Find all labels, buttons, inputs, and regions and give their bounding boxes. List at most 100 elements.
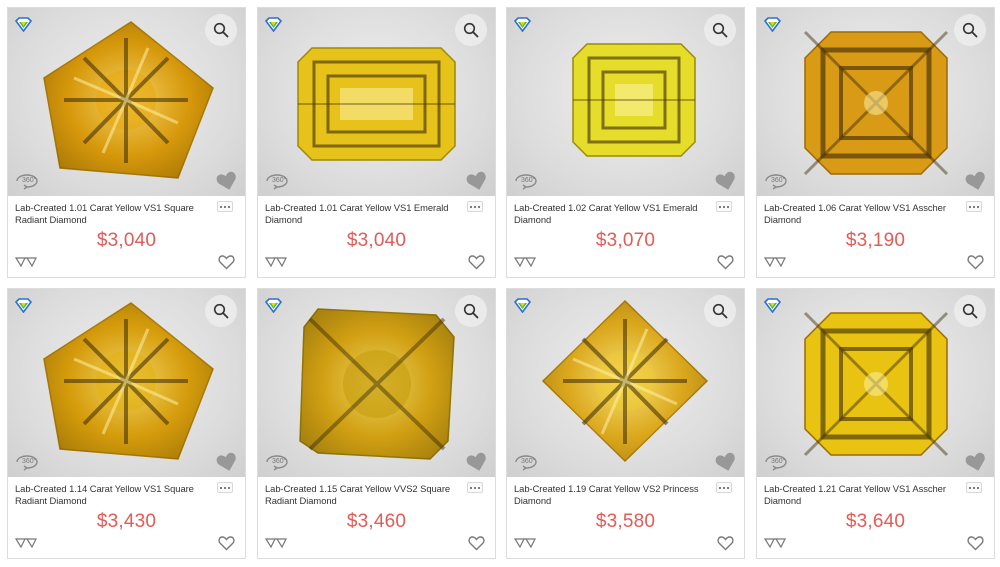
product-card[interactable]: 360° Lab-Created 1.02 Carat Yellow VS1 E…	[506, 7, 745, 278]
360-label: 360°	[272, 457, 287, 465]
heart-outline-icon[interactable]	[717, 535, 734, 551]
diamond-logo-icon	[764, 298, 781, 313]
product-card[interactable]: 360° Lab-Created 1.01 Carat Yellow VS1 E…	[257, 7, 496, 278]
heart-shape-icon[interactable]	[216, 171, 238, 191]
more-options-button[interactable]	[217, 482, 233, 493]
diamond-logo-icon	[764, 17, 781, 32]
product-title[interactable]: Lab-Created 1.15 Carat Yellow VVS2 Squar…	[265, 483, 461, 507]
360-view-icon[interactable]: 360°	[513, 170, 539, 190]
heart-shape-icon[interactable]	[466, 171, 488, 191]
product-card[interactable]: 360° Lab-Created 1.01 Carat Yellow VS1 S…	[7, 7, 246, 278]
diamond-logo-icon	[15, 298, 32, 313]
product-title[interactable]: Lab-Created 1.06 Carat Yellow VS1 Assche…	[764, 202, 960, 226]
more-options-button[interactable]	[467, 201, 483, 212]
product-title[interactable]: Lab-Created 1.14 Carat Yellow VS1 Square…	[15, 483, 211, 507]
more-options-button[interactable]	[217, 201, 233, 212]
more-options-button[interactable]	[966, 201, 982, 212]
compare-icon[interactable]	[15, 537, 37, 549]
zoom-button[interactable]	[205, 295, 237, 327]
360-label: 360°	[771, 457, 786, 465]
heart-outline-icon[interactable]	[967, 535, 984, 551]
product-card[interactable]: 360° Lab-Created 1.19 Carat Yellow VS2 P…	[506, 288, 745, 559]
product-card[interactable]: 360° Lab-Created 1.21 Carat Yellow VS1 A…	[756, 288, 995, 559]
magnifier-icon	[213, 22, 229, 38]
360-view-icon[interactable]: 360°	[513, 451, 539, 471]
zoom-button[interactable]	[704, 14, 736, 46]
product-price: $3,430	[96, 511, 157, 532]
product-image[interactable]: 360°	[258, 289, 495, 477]
magnifier-icon	[712, 22, 728, 38]
product-image[interactable]: 360°	[507, 289, 744, 477]
more-options-button[interactable]	[966, 482, 982, 493]
product-price: $3,640	[845, 511, 906, 532]
heart-outline-icon[interactable]	[717, 254, 734, 270]
360-label: 360°	[521, 176, 536, 184]
product-image[interactable]: 360°	[757, 8, 994, 196]
heart-shape-icon[interactable]	[715, 452, 737, 472]
magnifier-icon	[962, 22, 978, 38]
compare-icon[interactable]	[265, 256, 287, 268]
360-label: 360°	[521, 457, 536, 465]
zoom-button[interactable]	[205, 14, 237, 46]
product-title[interactable]: Lab-Created 1.19 Carat Yellow VS2 Prince…	[514, 483, 710, 507]
product-title[interactable]: Lab-Created 1.01 Carat Yellow VS1 Emeral…	[265, 202, 461, 226]
product-image[interactable]: 360°	[8, 8, 245, 196]
product-image[interactable]: 360°	[507, 8, 744, 196]
360-label: 360°	[272, 176, 287, 184]
product-card[interactable]: 360° Lab-Created 1.14 Carat Yellow VS1 S…	[7, 288, 246, 559]
heart-outline-icon[interactable]	[218, 535, 235, 551]
more-options-button[interactable]	[716, 482, 732, 493]
compare-icon[interactable]	[764, 537, 786, 549]
diamond-logo-icon	[265, 298, 282, 313]
heart-outline-icon[interactable]	[218, 254, 235, 270]
product-title[interactable]: Lab-Created 1.01 Carat Yellow VS1 Square…	[15, 202, 211, 226]
360-view-icon[interactable]: 360°	[14, 170, 40, 190]
heart-outline-icon[interactable]	[468, 535, 485, 551]
360-view-icon[interactable]: 360°	[14, 451, 40, 471]
compare-icon[interactable]	[514, 256, 536, 268]
heart-shape-icon[interactable]	[466, 452, 488, 472]
360-view-icon[interactable]: 360°	[264, 451, 290, 471]
product-title[interactable]: Lab-Created 1.02 Carat Yellow VS1 Emeral…	[514, 202, 710, 226]
heart-shape-icon[interactable]	[715, 171, 737, 191]
product-image[interactable]: 360°	[258, 8, 495, 196]
product-price: $3,040	[346, 230, 407, 251]
product-card[interactable]: 360° Lab-Created 1.06 Carat Yellow VS1 A…	[756, 7, 995, 278]
360-label: 360°	[22, 457, 37, 465]
magnifier-icon	[962, 303, 978, 319]
magnifier-icon	[712, 303, 728, 319]
zoom-button[interactable]	[455, 295, 487, 327]
360-view-icon[interactable]: 360°	[264, 170, 290, 190]
zoom-button[interactable]	[704, 295, 736, 327]
zoom-button[interactable]	[954, 14, 986, 46]
compare-icon[interactable]	[265, 537, 287, 549]
360-view-icon[interactable]: 360°	[763, 170, 789, 190]
zoom-button[interactable]	[954, 295, 986, 327]
more-options-button[interactable]	[716, 201, 732, 212]
product-image[interactable]: 360°	[757, 289, 994, 477]
heart-shape-icon[interactable]	[965, 171, 987, 191]
product-price: $3,040	[96, 230, 157, 251]
product-image[interactable]: 360°	[8, 289, 245, 477]
heart-outline-icon[interactable]	[468, 254, 485, 270]
product-price: $3,580	[595, 511, 656, 532]
heart-shape-icon[interactable]	[965, 452, 987, 472]
compare-icon[interactable]	[764, 256, 786, 268]
diamond-logo-icon	[514, 17, 531, 32]
product-grid: 360° Lab-Created 1.01 Carat Yellow VS1 S…	[7, 7, 995, 563]
magnifier-icon	[213, 303, 229, 319]
compare-icon[interactable]	[15, 256, 37, 268]
360-label: 360°	[771, 176, 786, 184]
product-card[interactable]: 360° Lab-Created 1.15 Carat Yellow VVS2 …	[257, 288, 496, 559]
diamond-logo-icon	[514, 298, 531, 313]
360-view-icon[interactable]: 360°	[763, 451, 789, 471]
heart-outline-icon[interactable]	[967, 254, 984, 270]
magnifier-icon	[463, 303, 479, 319]
product-title[interactable]: Lab-Created 1.21 Carat Yellow VS1 Assche…	[764, 483, 960, 507]
zoom-button[interactable]	[455, 14, 487, 46]
compare-icon[interactable]	[514, 537, 536, 549]
heart-shape-icon[interactable]	[216, 452, 238, 472]
product-price: $3,190	[845, 230, 906, 251]
more-options-button[interactable]	[467, 482, 483, 493]
360-label: 360°	[22, 176, 37, 184]
